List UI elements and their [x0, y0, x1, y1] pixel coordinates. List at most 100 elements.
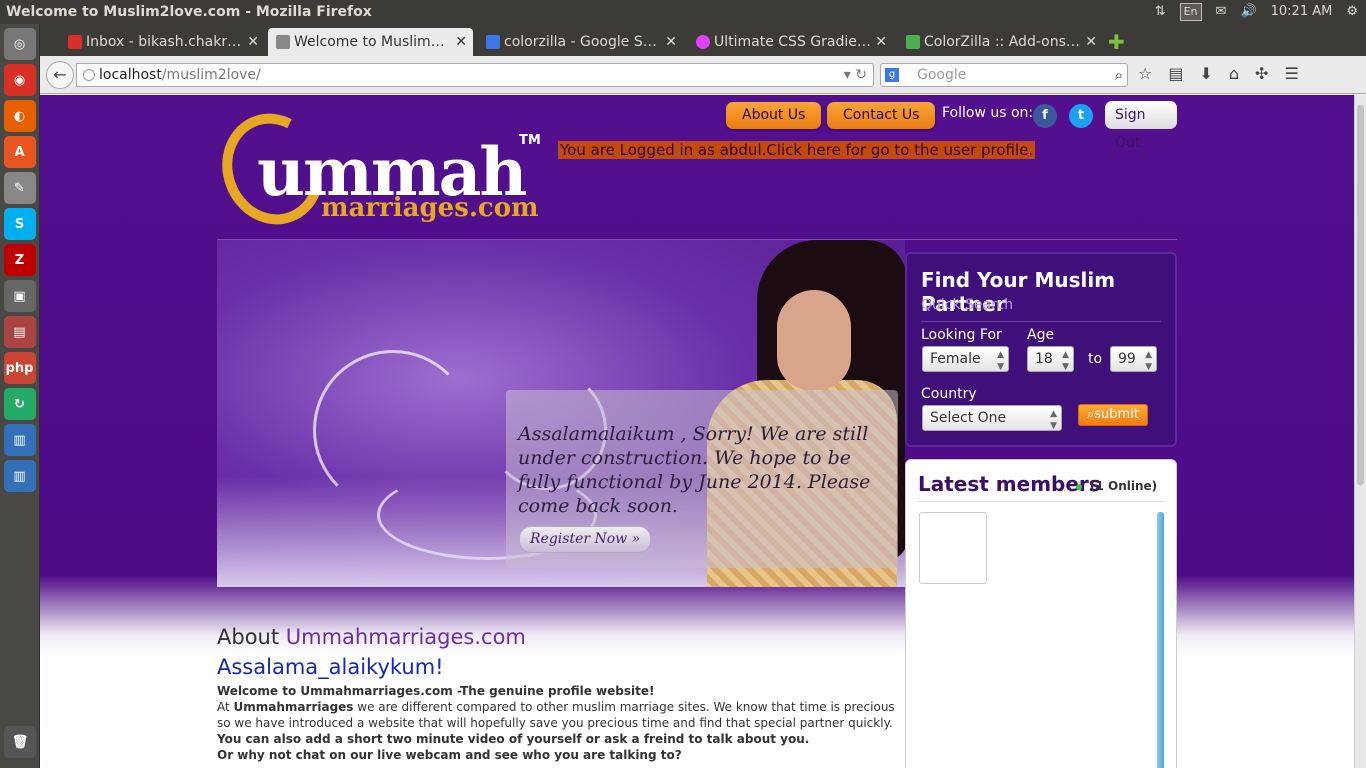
age-to-select[interactable]: 99 ▲ ▼ — [1110, 346, 1157, 372]
site-header: ummah TM marriages.com About Us Contact … — [206, 95, 1177, 240]
trash-icon[interactable]: 🗑 — [4, 726, 36, 758]
addon-icon[interactable]: ✣ — [1255, 64, 1268, 83]
twitter-icon[interactable]: t — [1069, 104, 1093, 128]
register-now-button[interactable]: Register Now » — [519, 526, 652, 553]
construction-notice: Assalamalaikum , Sorry! We are still und… — [506, 390, 898, 568]
filezilla-icon[interactable]: Z — [3, 244, 36, 276]
age-from-select[interactable]: 18 ▲ ▼ — [1027, 346, 1074, 372]
web-page: ummah TM marriages.com About Us Contact … — [40, 95, 1354, 768]
tab-colorzilla-google[interactable]: colorzilla - Google S… ✕ — [478, 28, 683, 56]
file-manager-2-icon[interactable]: ▥ — [3, 460, 36, 492]
logged-in-profile-link[interactable]: You are Logged in as abdul.Click here fo… — [558, 141, 1036, 159]
menu-icon[interactable]: ☰ — [1284, 64, 1298, 83]
about-heading-prefix: About — [217, 625, 286, 649]
video-line: You can also add a short two minute vide… — [217, 732, 810, 746]
reload-icon[interactable]: ▾ ↻ — [844, 64, 867, 86]
tab-inbox[interactable]: Inbox - bikash.chakr… ✕ — [60, 28, 265, 56]
globe-icon — [83, 69, 95, 81]
country-select[interactable]: Select One ▲ ▼ — [922, 405, 1062, 431]
quick-search-label: Quick Search — [921, 297, 1014, 313]
tab-label: Welcome to Muslim… — [294, 34, 445, 50]
new-tab-plus-icon[interactable]: ✚ — [1108, 28, 1138, 56]
tab-css-gradient[interactable]: Ultimate CSS Gradie… ✕ — [688, 28, 893, 56]
facebook-icon[interactable]: f — [1033, 104, 1057, 128]
age-from-value: 18 — [1035, 351, 1053, 367]
intro-a: At — [217, 700, 234, 714]
age-label: Age — [1027, 327, 1055, 343]
mail-icon[interactable]: ✉ — [1216, 0, 1227, 24]
close-icon[interactable]: ✕ — [665, 28, 677, 56]
gmail-icon — [68, 35, 82, 49]
online-dot-icon — [1076, 484, 1082, 490]
google-icon — [486, 35, 500, 49]
url-path: /muslim2love/ — [161, 67, 261, 83]
tab-label: ColorZilla :: Add-ons… — [924, 34, 1080, 50]
sign-out-button[interactable]: Sign Out — [1105, 101, 1177, 151]
chrome-icon[interactable]: ◉ — [3, 64, 36, 96]
file-manager-icon[interactable]: ▥ — [3, 424, 36, 456]
looking-for-select[interactable]: Female ▲ ▼ — [922, 346, 1009, 372]
looking-for-label: Looking For — [921, 327, 1002, 343]
close-icon[interactable]: ✕ — [247, 28, 259, 56]
volume-icon[interactable]: 🔊 — [1240, 0, 1256, 24]
close-icon[interactable]: ✕ — [875, 28, 887, 56]
disk-icon[interactable]: ▣ — [3, 280, 36, 312]
intro-b: Ummahmarriages — [233, 700, 354, 714]
submit-label: submit — [1094, 407, 1139, 422]
age-to-value: 99 — [1118, 351, 1136, 367]
bookmark-star-icon[interactable]: ☆ — [1138, 64, 1152, 83]
back-arrow-icon[interactable]: ← — [46, 61, 74, 89]
looking-for-value: Female — [930, 351, 981, 367]
google-engine-icon[interactable]: g — [885, 68, 899, 82]
archive-icon[interactable]: ▤ — [3, 316, 36, 348]
home-icon[interactable]: ⌂ — [1229, 64, 1239, 83]
network-icon[interactable]: ⇅ — [1155, 0, 1166, 24]
contact-us-button[interactable]: Contact Us — [827, 102, 936, 129]
firefox-icon[interactable]: ◐ — [3, 100, 36, 132]
tab-colorzilla-addons[interactable]: ColorZilla :: Add-ons… ✕ — [898, 28, 1103, 56]
search-input[interactable]: g Google ⌕ — [880, 63, 1128, 87]
panel-divider — [921, 321, 1161, 322]
tools-icon[interactable]: ✎ — [3, 172, 36, 204]
about-heading-site: Ummahmarriages.com — [285, 625, 526, 649]
country-label: Country — [921, 386, 977, 402]
software-center-icon[interactable]: A — [3, 136, 36, 168]
webcam-line: Or why not chat on our live webcam and s… — [217, 748, 682, 762]
spinner-arrows-icon: ▲ ▼ — [997, 350, 1004, 372]
close-icon[interactable]: ✕ — [455, 28, 467, 56]
tab-label: colorzilla - Google S… — [504, 34, 657, 50]
about-us-button[interactable]: About Us — [726, 102, 822, 129]
latest-members-panel: Latest members (1 Online) — [905, 459, 1177, 768]
submit-button[interactable]: ⌕submit — [1078, 404, 1148, 426]
scrollbar-thumb[interactable] — [1357, 105, 1364, 485]
keyboard-layout[interactable]: En — [1179, 3, 1202, 21]
reader-icon[interactable]: ▤ — [1168, 64, 1183, 83]
php-icon[interactable]: php — [3, 352, 36, 384]
toolbar-icons: ☆ ▤ ⬇ ⌂ ✣ ☰ — [1138, 64, 1299, 83]
online-count: (1 Online) — [1090, 479, 1158, 493]
dash-icon[interactable]: ◎ — [3, 28, 36, 60]
photo-face — [777, 290, 851, 390]
page-scrollbar[interactable] — [1354, 95, 1366, 768]
latest-members-title: Latest members — [918, 472, 1101, 496]
settings-gear-icon[interactable]: ⚙ — [1346, 0, 1358, 24]
window-title: Welcome to Muslim2love.com - Mozilla Fir… — [6, 4, 372, 20]
clock[interactable]: 10:21 AM — [1271, 0, 1333, 24]
logo-trademark: TM — [519, 133, 541, 148]
os-top-bar: Welcome to Muslim2love.com - Mozilla Fir… — [0, 0, 1366, 24]
partner-search-panel: Find Your Muslim Partner Quick Search Lo… — [905, 252, 1177, 447]
hero-banner: Assalamalaikum , Sorry! We are still und… — [217, 240, 905, 587]
member-thumbnail[interactable] — [919, 512, 987, 584]
members-scrollbar[interactable] — [1157, 512, 1164, 768]
gradient-icon — [696, 35, 710, 49]
spinner-arrows-icon: ▲ ▼ — [1145, 350, 1152, 372]
update-icon[interactable]: ↻ — [3, 388, 36, 420]
url-bar[interactable]: localhost/muslim2love/ ▾ ↻ — [76, 63, 874, 87]
close-icon[interactable]: ✕ — [1085, 28, 1097, 56]
url-host: localhost — [99, 67, 162, 83]
skype-icon[interactable]: S — [3, 208, 36, 240]
tab-welcome[interactable]: Welcome to Muslim… ✕ — [268, 28, 473, 56]
search-icon[interactable]: ⌕ — [1115, 64, 1123, 86]
tab-label: Inbox - bikash.chakr… — [86, 34, 242, 50]
download-icon[interactable]: ⬇ — [1199, 64, 1212, 83]
